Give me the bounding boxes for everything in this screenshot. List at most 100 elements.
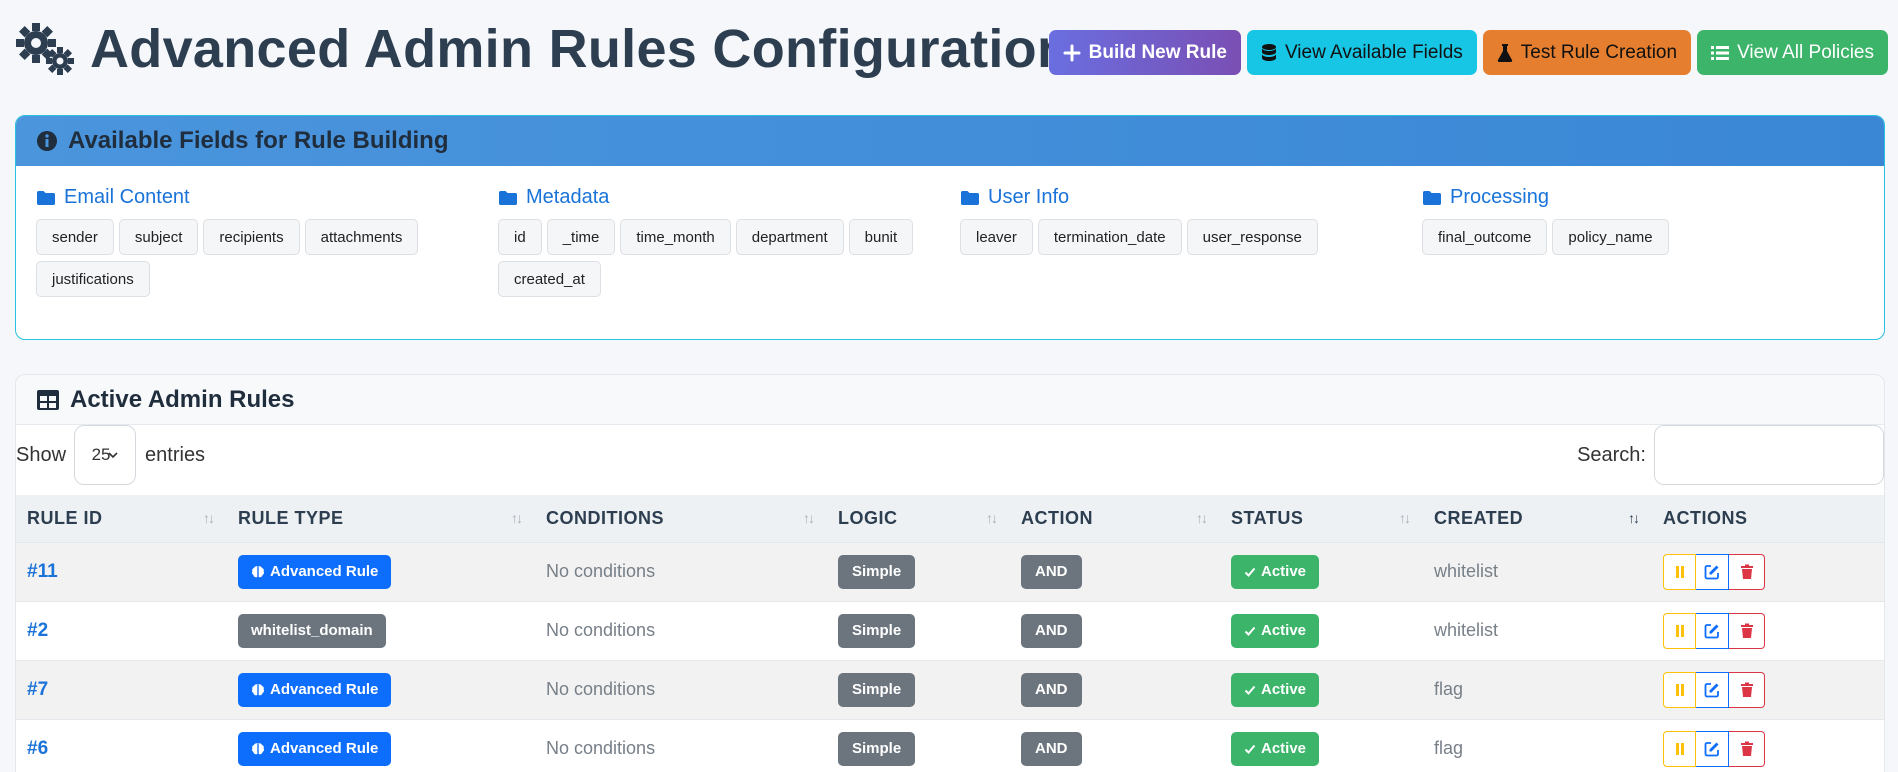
edit-button[interactable]: [1696, 553, 1729, 590]
field-chip[interactable]: subject: [118, 219, 199, 255]
pause-button[interactable]: [1663, 612, 1696, 649]
field-chip[interactable]: _time: [546, 219, 616, 255]
delete-button[interactable]: [1729, 612, 1765, 649]
rule-id-link[interactable]: #11: [27, 561, 58, 582]
column-header-label: CONDITIONS: [546, 507, 665, 528]
field-group-label: Metadata: [526, 186, 610, 208]
field-chip[interactable]: leaver: [960, 219, 1033, 255]
field-chip[interactable]: department: [735, 219, 844, 255]
column-header[interactable]: STATUS ↑↓: [1220, 495, 1423, 542]
page-title: Advanced Admin Rules Configuration: [90, 19, 1071, 79]
sort-icon: ↑↓: [203, 510, 215, 526]
sort-icon: ↑↓: [511, 510, 523, 526]
rule-id-link[interactable]: #2: [27, 620, 48, 641]
pause-button[interactable]: [1663, 730, 1696, 767]
field-chip[interactable]: user_response: [1186, 219, 1318, 255]
column-header[interactable]: CONDITIONS ↑↓: [535, 495, 827, 542]
search-input[interactable]: [1654, 425, 1884, 485]
flask-icon: [1497, 43, 1512, 62]
field-chips: sender subject recipients attachments justif…: [36, 219, 466, 297]
field-chip[interactable]: justifications: [36, 261, 150, 297]
table-controls: Show 25 entries Search:: [16, 425, 1884, 495]
field-chip[interactable]: time_month: [620, 219, 731, 255]
column-header-label: LOGIC: [838, 507, 898, 528]
rule-id-cell: #2: [16, 600, 227, 660]
column-header-label: RULE ID: [27, 507, 103, 528]
status-cell: Active: [1220, 659, 1423, 719]
build-new-rule-button[interactable]: Build New Rule: [1048, 30, 1241, 75]
column-header[interactable]: ACTION ↑↓: [1010, 495, 1220, 542]
trash-icon: [1740, 682, 1753, 697]
active-rules-title: Active Admin Rules: [70, 385, 295, 413]
action-cell: AND: [1010, 659, 1220, 719]
view-all-policies-label: View All Policies: [1737, 41, 1874, 63]
column-header[interactable]: RULE TYPE ↑↓: [227, 495, 535, 542]
sort-icon: ↑↓: [986, 510, 998, 526]
status-badge: Active: [1231, 554, 1320, 589]
column-header[interactable]: CREATED ↑↓: [1423, 495, 1652, 542]
active-rules-panel: Active Admin Rules Show 25 entries Searc…: [15, 374, 1885, 772]
field-chip[interactable]: bunit: [848, 219, 914, 255]
field-chip[interactable]: recipients: [203, 219, 300, 255]
pause-button[interactable]: [1663, 671, 1696, 708]
view-available-fields-label: View Available Fields: [1284, 41, 1463, 63]
entries-select[interactable]: 25: [74, 425, 137, 485]
test-rule-creation-button[interactable]: Test Rule Creation: [1482, 30, 1692, 75]
field-chip[interactable]: id: [498, 219, 542, 255]
field-chip[interactable]: attachments: [304, 219, 419, 255]
field-chips: leaver termination_date user_response: [960, 219, 1390, 255]
field-chip[interactable]: termination_date: [1037, 219, 1182, 255]
plus-icon: [1063, 44, 1081, 61]
view-all-policies-button[interactable]: View All Policies: [1697, 30, 1888, 75]
edit-button[interactable]: [1696, 612, 1729, 649]
rule-id-link[interactable]: #7: [27, 679, 48, 700]
rule-id-link[interactable]: #6: [27, 738, 48, 759]
table-row: #7 Advanced Rule No conditions Simple AN…: [16, 659, 1884, 719]
logic-badge: Simple: [838, 554, 916, 589]
database-icon: [1261, 43, 1276, 61]
field-chip[interactable]: created_at: [498, 261, 601, 297]
delete-button[interactable]: [1729, 730, 1765, 767]
table-row: #11 Advanced Rule No conditions Simple A…: [16, 541, 1884, 601]
view-available-fields-button[interactable]: View Available Fields: [1246, 30, 1477, 75]
field-chip[interactable]: policy_name: [1552, 219, 1669, 255]
field-group-title: Email Content: [36, 186, 498, 209]
action-cell: AND: [1010, 718, 1220, 772]
folder-icon: [1423, 190, 1441, 205]
field-group-label: Email Content: [64, 186, 190, 208]
column-header-label: ACTION: [1021, 507, 1093, 528]
logic-cell: Simple: [827, 541, 1010, 601]
check-icon: [1244, 626, 1256, 636]
rule-type-cell: Advanced Rule: [227, 541, 535, 601]
title-wrap: Advanced Admin Rules Configuration: [14, 18, 1070, 80]
delete-button[interactable]: [1729, 553, 1765, 590]
field-chip[interactable]: final_outcome: [1422, 219, 1548, 255]
trash-icon: [1740, 623, 1753, 638]
logic-badge: Simple: [838, 672, 916, 707]
folder-icon: [961, 190, 979, 205]
gears-icon: [14, 21, 78, 77]
field-chip[interactable]: sender: [36, 219, 114, 255]
check-icon: [1244, 685, 1256, 695]
field-group-label: User Info: [988, 186, 1070, 208]
chevron-down-icon: [108, 452, 119, 459]
brain-icon: [251, 565, 265, 577]
table-row: #6 Advanced Rule No conditions Simple AN…: [16, 718, 1884, 772]
edit-button[interactable]: [1696, 730, 1729, 767]
action-badge: AND: [1021, 672, 1082, 707]
sort-icon: ↑↓: [803, 510, 815, 526]
delete-button[interactable]: [1729, 671, 1765, 708]
row-actions: [1663, 553, 1884, 590]
action-badge: AND: [1021, 613, 1082, 648]
status-badge: Active: [1231, 613, 1320, 648]
pause-button[interactable]: [1663, 553, 1696, 590]
logic-cell: Simple: [827, 718, 1010, 772]
table-header-row: RULE ID ↑↓ RULE TYPE ↑↓ CONDITIONS ↑↓ LOGIC ↑↓ A…: [16, 495, 1884, 542]
column-header[interactable]: RULE ID ↑↓: [16, 495, 227, 542]
field-group-title: Metadata: [498, 186, 960, 209]
column-header[interactable]: LOGIC ↑↓: [827, 495, 1010, 542]
rule-type-label: whitelist_domain: [251, 622, 373, 639]
edit-button[interactable]: [1696, 671, 1729, 708]
pause-icon: [1675, 624, 1684, 637]
rule-type-badge: whitelist_domain: [238, 613, 386, 648]
